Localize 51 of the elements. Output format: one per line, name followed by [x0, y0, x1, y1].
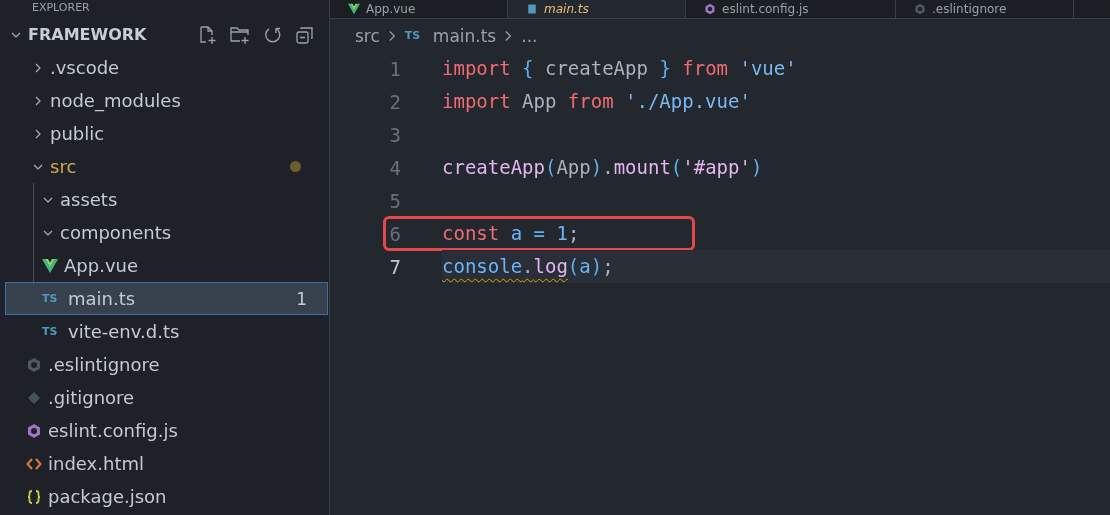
sidebar-title: EXPLORER — [31, 0, 91, 16]
editor-tab[interactable]: .eslintignore — [896, 0, 1074, 18]
line-number: 5 — [388, 189, 401, 212]
code-line: import { createApp } from 'vue' — [442, 56, 798, 81]
editor-tab[interactable]: eslint.config.js — [686, 0, 896, 18]
hexagon-icon — [704, 3, 716, 15]
problem-count: 1 — [296, 288, 307, 309]
file-item[interactable]: TS vite-env.d.ts — [5, 315, 328, 348]
breadcrumb-item[interactable]: src — [355, 25, 380, 46]
project-header[interactable]: FRAMEWORK — [0, 18, 329, 51]
hexagon-icon — [26, 422, 42, 439]
line-number: 2 — [388, 90, 401, 113]
diamond-icon — [26, 389, 42, 406]
folder-item[interactable]: src — [5, 150, 328, 183]
folder-item[interactable]: node_modules — [5, 84, 328, 117]
chevron-right-icon — [387, 28, 397, 43]
new-folder-icon[interactable] — [229, 24, 251, 45]
file-item[interactable]: App.vue — [5, 249, 328, 282]
curly-braces-icon — [26, 488, 42, 505]
file-icon — [526, 3, 538, 15]
editor-tab[interactable]: main.ts — [508, 0, 686, 18]
code-line: createApp(App).mount('#app') — [442, 155, 764, 180]
ts-file-icon: TS — [404, 29, 425, 42]
v-logo-icon — [348, 3, 360, 15]
line-number: 3 — [388, 123, 401, 146]
hexagon-icon — [26, 356, 42, 373]
code-line: const a = 1; — [442, 221, 581, 246]
v-logo-icon — [42, 257, 58, 274]
hexagon-icon — [914, 3, 926, 15]
collapse-all-icon[interactable] — [295, 24, 315, 45]
folder-item[interactable]: assets — [5, 183, 328, 216]
breadcrumb-item[interactable]: main.ts — [432, 25, 497, 46]
line-number: 1 — [388, 57, 401, 80]
chevron-right-icon — [504, 28, 514, 43]
file-item[interactable]: TS main.ts 1 — [5, 282, 328, 315]
file-item[interactable]: package.json — [5, 480, 328, 513]
line-number: 6 — [388, 222, 401, 245]
ts-file-icon: TS — [42, 292, 62, 305]
folder-item[interactable]: public — [5, 117, 328, 150]
file-item[interactable]: eslint.config.js — [5, 414, 328, 447]
ts-file-icon: TS — [42, 325, 62, 338]
file-item[interactable]: .gitignore — [5, 381, 328, 414]
folder-item[interactable]: .vscode — [5, 51, 328, 84]
folder-item[interactable]: components — [5, 216, 328, 249]
code-line: import App from './App.vue' — [442, 89, 752, 114]
file-item[interactable]: .eslintignore — [5, 348, 328, 381]
new-file-icon[interactable] — [197, 24, 217, 45]
line-number: 7 — [388, 255, 401, 278]
line-number: 4 — [388, 156, 401, 179]
file-item[interactable]: index.html — [5, 447, 328, 480]
breadcrumb-item[interactable]: ... — [521, 25, 538, 46]
